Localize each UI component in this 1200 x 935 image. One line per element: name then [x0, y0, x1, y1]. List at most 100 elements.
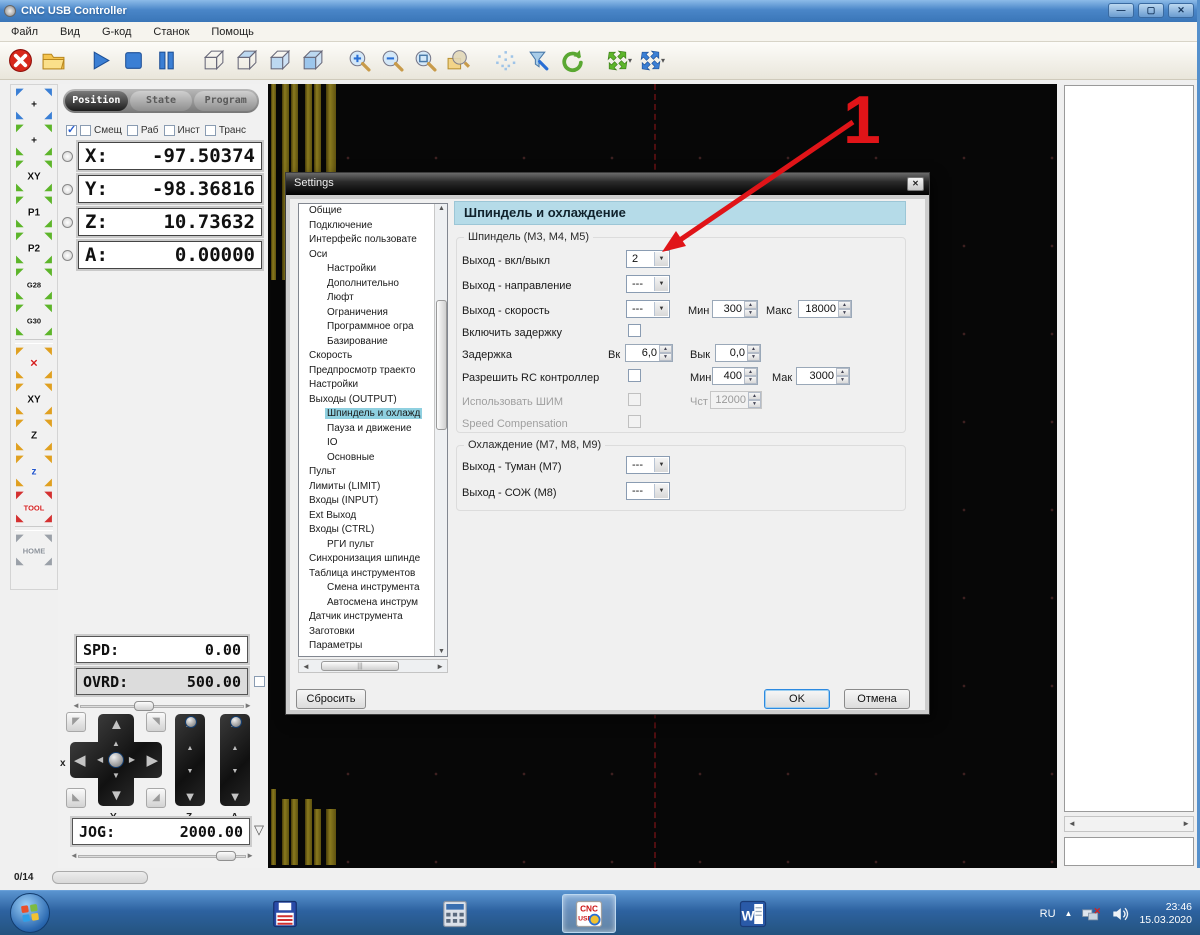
delay-on-spinner[interactable]: 6,0 ▲▼: [625, 344, 673, 362]
network-icon[interactable]: ✕: [1081, 904, 1101, 924]
jog-x-plus-icon[interactable]: ▶: [146, 753, 158, 768]
spin-down-icon[interactable]: ▼: [836, 376, 849, 384]
goto-p1-button[interactable]: ◤◥◣◢P1: [13, 196, 55, 229]
axis-radio[interactable]: [62, 151, 73, 162]
settings-close-icon[interactable]: ✕: [907, 177, 924, 191]
jog-diag-up-right-button[interactable]: ◥: [146, 712, 166, 732]
tab-position[interactable]: Position: [65, 91, 128, 111]
minimize-button[interactable]: —: [1108, 3, 1134, 18]
rc-checkbox[interactable]: [628, 369, 641, 382]
tree-item[interactable]: Скорость: [299, 349, 447, 364]
jog-diag-down-left-button[interactable]: ◣: [66, 788, 86, 808]
cancel-button[interactable]: Отмена: [844, 689, 910, 709]
arrows-green-plus-button[interactable]: ◤◥◣◢+: [13, 124, 55, 157]
tree-item[interactable]: Люфт: [299, 291, 447, 306]
coolant-select[interactable]: --- ▼: [626, 482, 670, 500]
view-cube-4-button[interactable]: [296, 45, 329, 77]
combo-arrow-icon[interactable]: ▼: [654, 252, 668, 266]
goto-g30-button[interactable]: ◤◥◣◢G30: [13, 304, 55, 337]
expand-green-button-dropdown-icon[interactable]: ▾: [628, 56, 632, 65]
show-points-button[interactable]: [489, 45, 522, 77]
tree-item[interactable]: РГИ пульт: [299, 538, 447, 553]
menu-Помощь[interactable]: Помощь: [200, 24, 265, 40]
jog-pad-z[interactable]: ▲ ▲▼ ▼: [175, 714, 205, 806]
tray-expand-icon[interactable]: ▲: [1065, 909, 1073, 918]
coord-checkbox-main[interactable]: [66, 125, 77, 136]
jog-slider[interactable]: ◄►: [70, 850, 254, 862]
jog-x-minus-icon[interactable]: ◀: [74, 753, 86, 768]
spin-up-icon[interactable]: ▲: [836, 368, 849, 376]
zoom-selection-button[interactable]: [442, 45, 475, 77]
tree-item[interactable]: Лимиты (LIMIT): [299, 480, 447, 495]
view-cube-1-button[interactable]: [197, 45, 230, 77]
goto-p2-button[interactable]: ◤◥◣◢P2: [13, 232, 55, 265]
zero-all-button[interactable]: ◤◥◣◢✕: [13, 347, 55, 380]
tree-hscroll-thumb[interactable]: |||: [321, 661, 399, 671]
tree-item[interactable]: Интерфейс пользовате: [299, 233, 447, 248]
emergency-stop-button[interactable]: [4, 45, 37, 77]
tab-state[interactable]: State: [130, 91, 193, 111]
tree-item[interactable]: IO: [299, 436, 447, 451]
tool-change-button[interactable]: ◤◥◣◢TOOL: [13, 491, 55, 524]
tree-item[interactable]: Выходы (OUTPUT): [299, 393, 447, 408]
zoom-in-button[interactable]: [343, 45, 376, 77]
jog-diag-down-right-button[interactable]: ◢: [146, 788, 166, 808]
open-file-button[interactable]: [37, 45, 70, 77]
coord-checkbox-Смещ[interactable]: [80, 125, 91, 136]
taskbar-app-word[interactable]: W: [726, 894, 780, 933]
expand-blue-button[interactable]: ▾: [635, 45, 668, 77]
tree-item[interactable]: Параметры: [299, 639, 447, 654]
tree-item[interactable]: Дополнительно: [299, 277, 447, 292]
tree-item[interactable]: Шпиндель и охлажд: [299, 407, 447, 422]
tree-hscrollbar[interactable]: ◄► |||: [298, 659, 448, 673]
pause-button[interactable]: [150, 45, 183, 77]
zero-xy-button[interactable]: ◤◥◣◢XY: [13, 383, 55, 416]
tree-item[interactable]: Ограничения: [299, 306, 447, 321]
tree-item[interactable]: Заготовки: [299, 625, 447, 640]
override-checkbox[interactable]: [254, 676, 265, 687]
taskbar-app-calculator[interactable]: [428, 894, 482, 933]
mist-select[interactable]: --- ▼: [626, 456, 670, 474]
tree-item[interactable]: Подключение: [299, 219, 447, 234]
spin-down-icon[interactable]: ▼: [659, 353, 672, 361]
override-slider-thumb[interactable]: [134, 701, 154, 711]
enable-delay-checkbox[interactable]: [628, 324, 641, 337]
jog-pad-xy[interactable]: ◤ ◥ ◣ ◢ ▲ ▼ ◀ ▶ ▲ ▼ ◀ ▶: [70, 714, 162, 806]
gcode-hscrollbar[interactable]: ◄►: [1064, 816, 1194, 832]
combo-arrow-icon[interactable]: ▼: [654, 302, 668, 316]
tree-item[interactable]: Автосмена инструм: [299, 596, 447, 611]
coord-checkbox-Раб[interactable]: [127, 125, 138, 136]
tree-item[interactable]: Базирование: [299, 335, 447, 350]
combo-arrow-icon[interactable]: ▼: [654, 458, 668, 472]
expand-green-button[interactable]: ▾: [602, 45, 635, 77]
tree-item[interactable]: Оси: [299, 248, 447, 263]
rc-max-spinner[interactable]: 3000 ▲▼: [796, 367, 850, 385]
clock[interactable]: 23:46 15.03.2020: [1139, 901, 1192, 927]
spin-down-icon[interactable]: ▼: [747, 353, 760, 361]
edit-toolpath-button[interactable]: [522, 45, 555, 77]
gcode-listbox[interactable]: [1064, 85, 1194, 812]
menu-Вид[interactable]: Вид: [49, 24, 91, 40]
home-button[interactable]: ◤◥◣◢HOME: [13, 534, 55, 567]
menu-Файл[interactable]: Файл: [0, 24, 49, 40]
jog-diag-up-left-button[interactable]: ◤: [66, 712, 86, 732]
spin-up-icon[interactable]: ▲: [744, 301, 757, 309]
spin-up-icon[interactable]: ▲: [838, 301, 851, 309]
tree-item[interactable]: Пауза и движение: [299, 422, 447, 437]
start-button[interactable]: [10, 893, 50, 933]
arrows-blue-plus-button[interactable]: ◤◥◣◢+: [13, 88, 55, 121]
combo-arrow-icon[interactable]: ▼: [654, 484, 668, 498]
jog-slider-thumb[interactable]: [216, 851, 236, 861]
language-indicator[interactable]: RU: [1040, 908, 1056, 920]
tree-item[interactable]: Таблица инструментов: [299, 567, 447, 582]
volume-icon[interactable]: [1110, 904, 1130, 924]
zero-z-button[interactable]: ◤◥◣◢Z: [13, 419, 55, 452]
jog-pad-a[interactable]: ▲ ▲▼ ▼: [220, 714, 250, 806]
tree-item[interactable]: Входы (INPUT): [299, 494, 447, 509]
override-slider[interactable]: ◄►: [72, 700, 252, 712]
out-onoff-select[interactable]: 2 ▼: [626, 250, 670, 268]
tree-item[interactable]: Датчик инструмента: [299, 610, 447, 625]
tree-vscroll-thumb[interactable]: [436, 300, 447, 430]
view-cube-3-button[interactable]: [263, 45, 296, 77]
tree-item[interactable]: Настройки: [299, 378, 447, 393]
